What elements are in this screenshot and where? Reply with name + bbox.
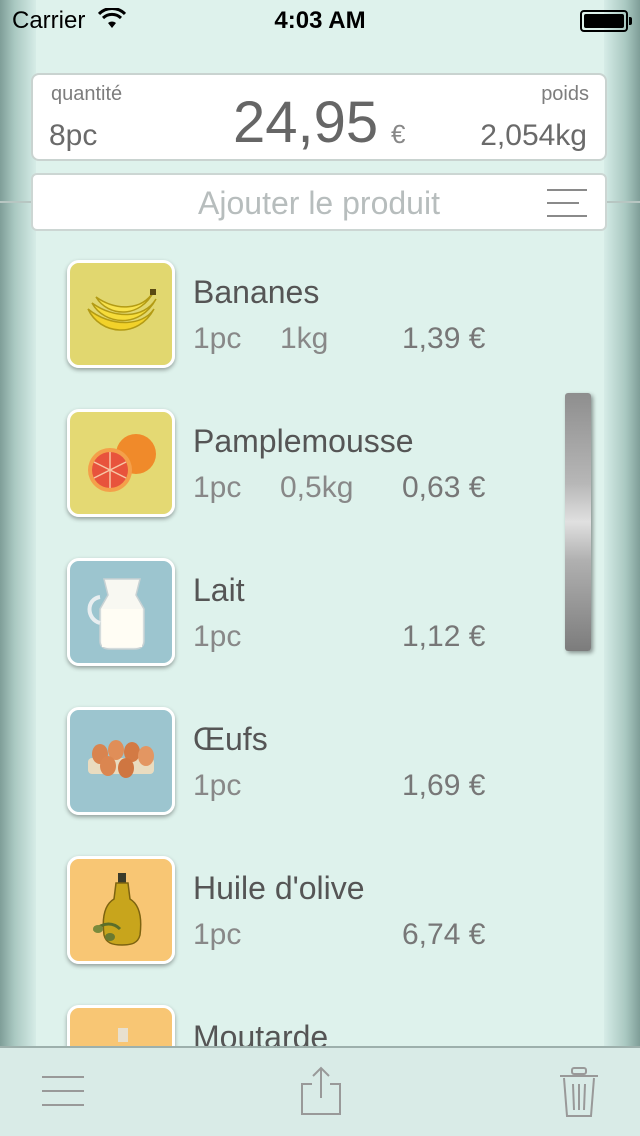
- product-weight: 1kg: [280, 322, 329, 355]
- product-name: Bananes: [193, 274, 320, 310]
- product-quantity: 1pc: [193, 620, 242, 653]
- list-item[interactable]: Bananes 1pc 1kg 1,39 €: [0, 260, 640, 390]
- product-thumbnail: [67, 558, 175, 666]
- product-quantity: 1pc: [193, 918, 242, 951]
- status-bar: Carrier 4:03 AM: [0, 0, 640, 40]
- list-item[interactable]: Lait 1pc 1,12 €: [0, 558, 640, 688]
- product-thumbnail: [67, 856, 175, 964]
- quantity-label: quantité: [51, 83, 123, 105]
- milk-jug-icon: [87, 578, 145, 650]
- banana-icon: [87, 289, 157, 331]
- product-name: Huile d'olive: [193, 870, 365, 906]
- total-amount: 24,95: [233, 90, 379, 155]
- add-product-field[interactable]: Ajouter le produit: [31, 173, 607, 231]
- product-thumbnail: [67, 707, 175, 815]
- eggs-icon: [88, 740, 154, 778]
- olive-oil-icon: [92, 873, 142, 946]
- weight-value: 2,054kg: [480, 119, 587, 152]
- battery-icon: [580, 10, 632, 32]
- scrollbar[interactable]: [565, 393, 591, 651]
- list-options-icon[interactable]: [547, 189, 587, 217]
- list-item[interactable]: Pamplemousse 1pc 0,5kg 0,63 €: [0, 409, 640, 539]
- list-item[interactable]: Huile d'olive 1pc 6,74 €: [0, 856, 640, 986]
- product-name: Lait: [193, 572, 245, 608]
- weight-label: poids: [541, 83, 589, 105]
- list-item[interactable]: Œufs 1pc 1,69 €: [0, 707, 640, 837]
- product-quantity: 1pc: [193, 322, 242, 355]
- product-price: 6,74 €: [402, 918, 486, 951]
- menu-icon[interactable]: [42, 1076, 86, 1108]
- grapefruit-icon: [88, 434, 156, 492]
- product-price: 0,63 €: [402, 471, 486, 504]
- trash-icon[interactable]: [556, 1066, 602, 1118]
- bottom-toolbar: [0, 1046, 640, 1136]
- share-icon[interactable]: [298, 1064, 344, 1116]
- product-name: Pamplemousse: [193, 423, 414, 459]
- product-price: 1,12 €: [402, 620, 486, 653]
- product-quantity: 1pc: [193, 471, 242, 504]
- quantity-value: 8pc: [49, 119, 98, 152]
- product-thumbnail: [67, 260, 175, 368]
- product-price: 1,69 €: [402, 769, 486, 802]
- product-quantity: 1pc: [193, 769, 242, 802]
- product-name: Œufs: [193, 721, 268, 757]
- product-weight: 0,5kg: [280, 471, 354, 504]
- summary-card: quantité 8pc 24,95 € poids 2,054kg: [31, 73, 607, 161]
- add-product-placeholder: Ajouter le produit: [198, 185, 440, 221]
- currency-symbol: €: [391, 119, 406, 149]
- product-price: 1,39 €: [402, 322, 486, 355]
- clock: 4:03 AM: [274, 7, 366, 34]
- product-thumbnail: [67, 409, 175, 517]
